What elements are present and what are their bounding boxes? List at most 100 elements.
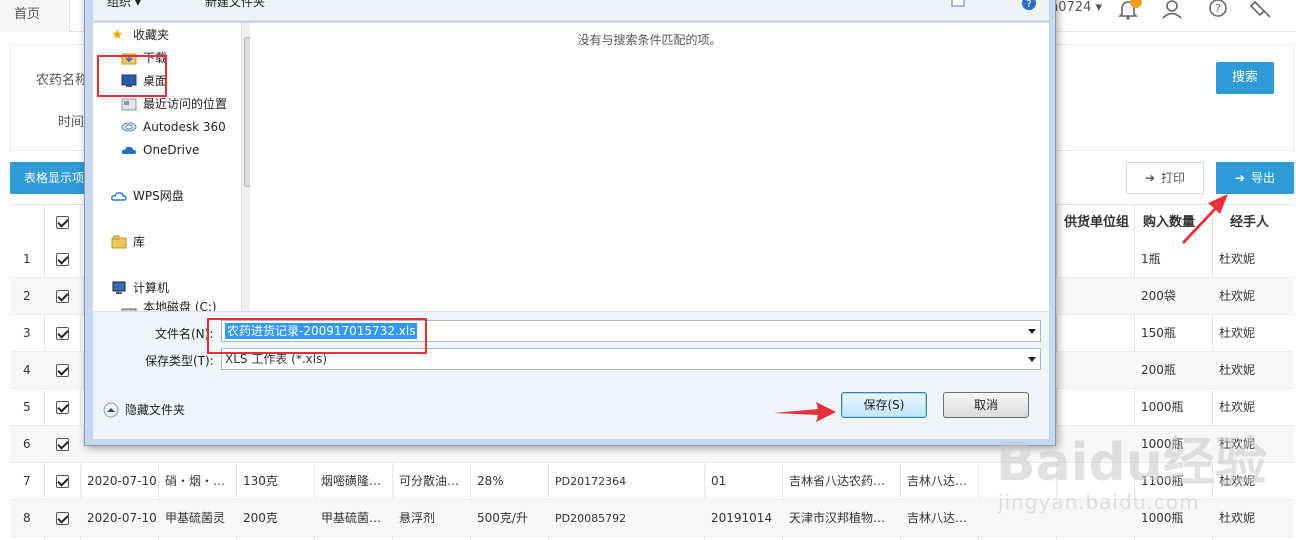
onedrive-icon [121,146,136,154]
header-handler[interactable]: 经手人 [1230,204,1269,241]
print-icon: ➔ [1144,171,1156,185]
pesticide-name-label: 农药名称 [36,73,89,88]
row-number: 2 [23,289,31,303]
spec-cell: 200克 [243,511,278,525]
content-cell: 28% [477,474,504,488]
row-checkbox[interactable] [56,438,69,451]
user-menu[interactable]: n0724 ▾ [1050,0,1102,16]
nav-favorites-label: 收藏夹 [133,28,170,42]
nav-wps-label: WPS网盘 [133,189,184,203]
save-as-dialog: 组织 ▾ 新建文件夹 ? ★ 收藏夹 下载 桌面 最近访问的位置 Autodes… [84,0,1056,446]
handler-cell: 杜欢妮 [1219,363,1256,377]
empty-results-message: 没有与搜索条件匹配的项。 [577,33,722,47]
row-checkbox[interactable] [56,364,69,377]
file-list-pane[interactable]: 没有与搜索条件匹配的项。 [250,23,1049,311]
batch-cell: 01 [711,474,727,488]
filetype-label: 保存类型(T): [145,354,214,368]
handler-cell: 杜欢妮 [1219,326,1256,340]
view-icon[interactable] [951,0,967,9]
hide-folders-label: 隐藏文件夹 [125,403,186,417]
nav-computer-label: 计算机 [133,281,170,295]
skin-icon[interactable] [1250,0,1274,22]
nav-favorites[interactable]: ★ 收藏夹 [111,25,169,45]
row-checkbox[interactable] [56,401,69,414]
row-number: 3 [23,326,31,340]
watermark-logo: Baidu经验 [996,433,1267,493]
quantity-cell: 200袋 [1141,289,1176,303]
help-icon[interactable]: ? [1021,0,1037,11]
watermark-url: jingyan.baidu.com [998,490,1200,514]
row-number: 8 [23,511,31,525]
new-folder-button[interactable]: 新建文件夹 [205,0,265,10]
ingredient-cell: 甲基硫菌… [321,511,382,525]
content-cell: 500克/升 [477,511,528,525]
row-number: 6 [23,437,31,451]
tab-home[interactable]: 首页 [0,0,70,32]
row-number: 7 [23,474,31,488]
select-all-checkbox[interactable] [56,216,69,229]
quantity-cell: 200瓶 [1141,363,1176,377]
row-number: 1 [23,252,31,266]
row-number: 4 [23,363,31,377]
batch-cell: 20191014 [711,511,773,525]
header-supplier[interactable]: 供货单位组 [1064,204,1129,241]
nav-wps[interactable]: WPS网盘 [111,186,184,206]
save-button[interactable]: 保存(S) [841,392,927,418]
manufacturer-cell: 吉林省八达农药… [789,474,886,488]
name-cell: 甲基硫菌灵 [165,511,226,525]
star-icon: ★ [111,27,124,43]
ingredient-cell: 烟嘧磺隆… [321,474,382,488]
annotation-box-desktop [97,55,167,97]
form-cell: 悬浮剂 [399,511,436,525]
row-checkbox[interactable] [56,475,69,488]
row-checkbox[interactable] [56,253,69,266]
nav-library-label: 库 [133,235,146,249]
nav-recent[interactable]: 最近访问的位置 [121,94,227,114]
nav-library[interactable]: 库 [111,232,145,252]
supplier-cell: 吉林八达… [907,511,968,525]
filename-dropdown-icon[interactable] [1028,329,1036,334]
search-button[interactable]: 搜索 [1216,62,1274,94]
recent-places-icon [121,98,137,111]
name-cell: 硝・烟・… [165,474,226,488]
spec-cell: 130克 [243,474,278,488]
notification-badge [1130,0,1142,8]
user-icon[interactable] [1160,0,1184,22]
form-cell: 可分散油… [399,474,460,488]
export-icon: ➔ [1234,171,1246,185]
row-checkbox[interactable] [56,512,69,525]
annotation-arrow-save [774,402,836,422]
hide-folders-toggle[interactable]: 隐藏文件夹 [103,400,185,420]
nav-recent-label: 最近访问的位置 [143,97,228,111]
row-checkbox[interactable] [56,290,69,303]
filename-label: 文件名(N): [155,327,214,341]
column-settings-button[interactable]: 表格显示项 [10,162,88,194]
autodesk-icon [121,122,137,132]
manufacturer-cell: 天津市汉邦植物… [789,511,886,525]
annotation-box-filename [207,318,427,354]
nav-computer[interactable]: 计算机 [111,278,169,298]
row-number: 5 [23,400,31,414]
nav-onedrive-label: OneDrive [143,143,200,157]
handler-cell: 杜欢妮 [1219,289,1256,303]
help-icon[interactable]: ? [1206,0,1230,22]
print-label: 打印 [1161,171,1186,185]
registration-cell: PD20085792 [555,512,627,525]
time-label: 时间 [58,115,85,130]
filetype-value: XLS 工作表 (*.xls) [225,352,328,366]
filetype-dropdown-icon[interactable] [1028,357,1036,362]
annotation-arrow-export [1182,194,1228,244]
row-checkbox[interactable] [56,327,69,340]
date-cell: 2020-07-10 [87,474,157,488]
nav-autodesk[interactable]: Autodesk 360 [121,117,226,137]
collapse-up-icon [103,402,119,418]
svg-text:?: ? [1026,0,1031,10]
quantity-cell: 150瓶 [1141,326,1176,340]
dialog-toolbar: 组织 ▾ 新建文件夹 ? [93,0,1049,21]
export-label: 导出 [1251,171,1276,185]
quantity-cell: 1瓶 [1141,252,1161,266]
nav-autodesk-label: Autodesk 360 [143,120,226,134]
organize-menu[interactable]: 组织 ▾ [107,0,141,10]
date-cell: 2020-07-10 [87,511,157,525]
nav-onedrive[interactable]: OneDrive [121,140,199,160]
